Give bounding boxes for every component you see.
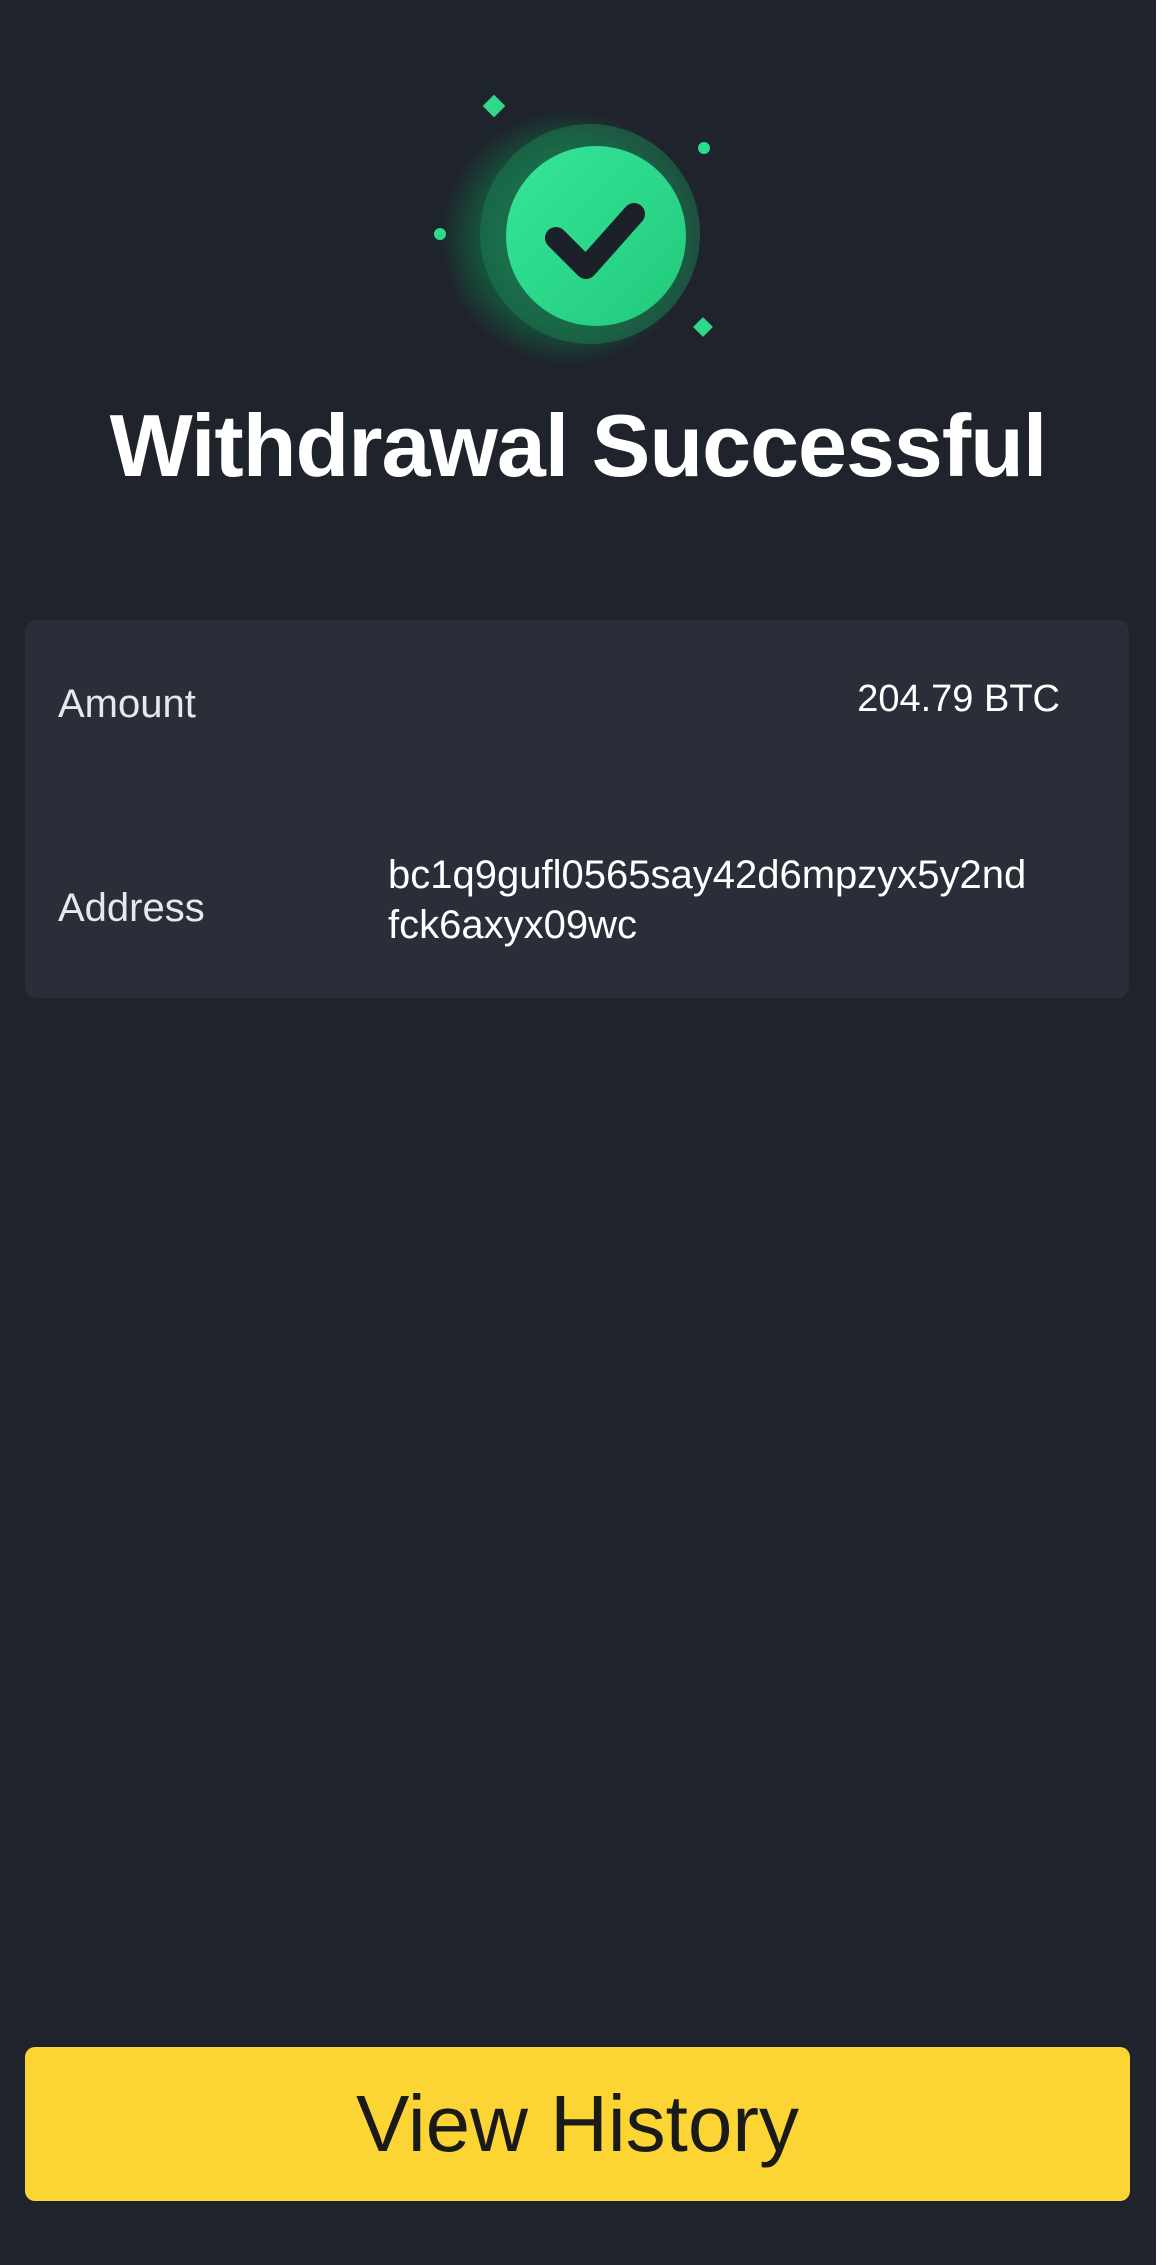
success-graphic [418,92,718,382]
address-line-1: bc1q9gufl0565say42d6mpzyx5y2nd [388,853,1027,897]
view-history-button[interactable]: View History [25,2047,1130,2201]
address-label: Address [58,886,205,930]
screen-edge [1156,0,1170,2265]
amount-value: 204.79 BTC [857,678,1060,720]
address-value[interactable]: bc1q9gufl0565say42d6mpzyx5y2nd fck6axyx0… [388,850,1108,950]
amount-label: Amount [58,682,196,726]
address-line-2: fck6axyx09wc [388,903,637,947]
page-title: Withdrawal Successful [109,396,1048,495]
check-circle-icon [434,94,713,366]
